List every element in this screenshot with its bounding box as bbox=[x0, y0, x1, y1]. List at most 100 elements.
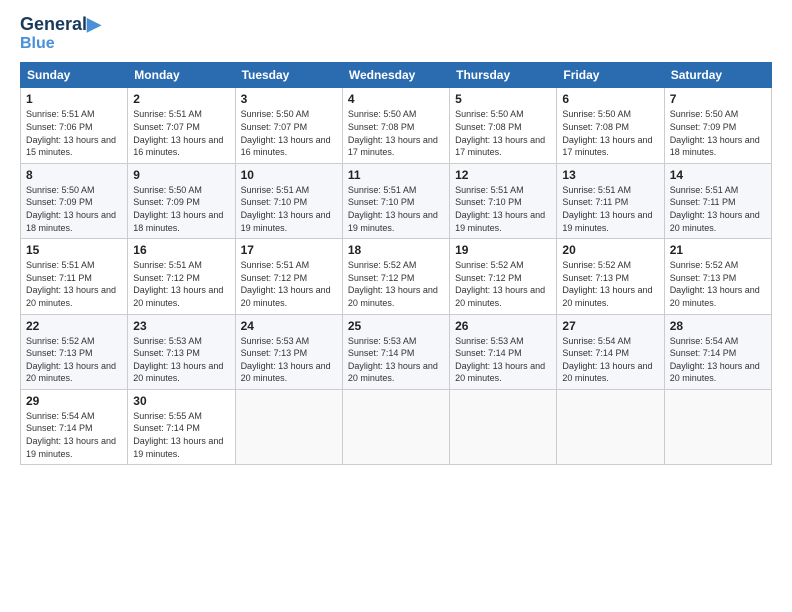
day-number: 23 bbox=[133, 319, 229, 333]
day-info: Sunrise: 5:51 AM Sunset: 7:10 PM Dayligh… bbox=[348, 184, 444, 234]
day-info: Sunrise: 5:50 AM Sunset: 7:08 PM Dayligh… bbox=[455, 108, 551, 158]
table-row bbox=[342, 389, 449, 464]
day-info: Sunrise: 5:53 AM Sunset: 7:13 PM Dayligh… bbox=[241, 335, 337, 385]
day-number: 4 bbox=[348, 92, 444, 106]
logo-text2: Blue bbox=[20, 35, 101, 53]
calendar-table: Sunday Monday Tuesday Wednesday Thursday… bbox=[20, 62, 772, 465]
day-number: 1 bbox=[26, 92, 122, 106]
day-number: 5 bbox=[455, 92, 551, 106]
day-number: 10 bbox=[241, 168, 337, 182]
table-row: 14 Sunrise: 5:51 AM Sunset: 7:11 PM Dayl… bbox=[664, 163, 771, 238]
table-row: 10 Sunrise: 5:51 AM Sunset: 7:10 PM Dayl… bbox=[235, 163, 342, 238]
day-info: Sunrise: 5:50 AM Sunset: 7:09 PM Dayligh… bbox=[26, 184, 122, 234]
day-number: 7 bbox=[670, 92, 766, 106]
table-row: 19 Sunrise: 5:52 AM Sunset: 7:12 PM Dayl… bbox=[450, 239, 557, 314]
table-row: 24 Sunrise: 5:53 AM Sunset: 7:13 PM Dayl… bbox=[235, 314, 342, 389]
table-row: 2 Sunrise: 5:51 AM Sunset: 7:07 PM Dayli… bbox=[128, 88, 235, 163]
table-row bbox=[450, 389, 557, 464]
col-sunday: Sunday bbox=[21, 63, 128, 88]
day-info: Sunrise: 5:53 AM Sunset: 7:13 PM Dayligh… bbox=[133, 335, 229, 385]
day-number: 24 bbox=[241, 319, 337, 333]
table-row: 22 Sunrise: 5:52 AM Sunset: 7:13 PM Dayl… bbox=[21, 314, 128, 389]
day-number: 29 bbox=[26, 394, 122, 408]
week-row-5: 29 Sunrise: 5:54 AM Sunset: 7:14 PM Dayl… bbox=[21, 389, 772, 464]
table-row: 7 Sunrise: 5:50 AM Sunset: 7:09 PM Dayli… bbox=[664, 88, 771, 163]
col-monday: Monday bbox=[128, 63, 235, 88]
day-info: Sunrise: 5:52 AM Sunset: 7:13 PM Dayligh… bbox=[26, 335, 122, 385]
day-info: Sunrise: 5:51 AM Sunset: 7:11 PM Dayligh… bbox=[26, 259, 122, 309]
week-row-4: 22 Sunrise: 5:52 AM Sunset: 7:13 PM Dayl… bbox=[21, 314, 772, 389]
col-saturday: Saturday bbox=[664, 63, 771, 88]
table-row: 17 Sunrise: 5:51 AM Sunset: 7:12 PM Dayl… bbox=[235, 239, 342, 314]
day-info: Sunrise: 5:51 AM Sunset: 7:11 PM Dayligh… bbox=[670, 184, 766, 234]
day-number: 27 bbox=[562, 319, 658, 333]
header-row: Sunday Monday Tuesday Wednesday Thursday… bbox=[21, 63, 772, 88]
table-row: 21 Sunrise: 5:52 AM Sunset: 7:13 PM Dayl… bbox=[664, 239, 771, 314]
day-info: Sunrise: 5:54 AM Sunset: 7:14 PM Dayligh… bbox=[670, 335, 766, 385]
table-row: 6 Sunrise: 5:50 AM Sunset: 7:08 PM Dayli… bbox=[557, 88, 664, 163]
day-number: 19 bbox=[455, 243, 551, 257]
day-info: Sunrise: 5:51 AM Sunset: 7:07 PM Dayligh… bbox=[133, 108, 229, 158]
day-number: 20 bbox=[562, 243, 658, 257]
day-info: Sunrise: 5:53 AM Sunset: 7:14 PM Dayligh… bbox=[455, 335, 551, 385]
day-info: Sunrise: 5:53 AM Sunset: 7:14 PM Dayligh… bbox=[348, 335, 444, 385]
day-number: 12 bbox=[455, 168, 551, 182]
day-number: 8 bbox=[26, 168, 122, 182]
day-info: Sunrise: 5:51 AM Sunset: 7:12 PM Dayligh… bbox=[133, 259, 229, 309]
table-row: 28 Sunrise: 5:54 AM Sunset: 7:14 PM Dayl… bbox=[664, 314, 771, 389]
day-number: 17 bbox=[241, 243, 337, 257]
day-info: Sunrise: 5:50 AM Sunset: 7:07 PM Dayligh… bbox=[241, 108, 337, 158]
day-number: 14 bbox=[670, 168, 766, 182]
day-number: 26 bbox=[455, 319, 551, 333]
day-number: 6 bbox=[562, 92, 658, 106]
week-row-2: 8 Sunrise: 5:50 AM Sunset: 7:09 PM Dayli… bbox=[21, 163, 772, 238]
day-number: 28 bbox=[670, 319, 766, 333]
col-wednesday: Wednesday bbox=[342, 63, 449, 88]
table-row: 18 Sunrise: 5:52 AM Sunset: 7:12 PM Dayl… bbox=[342, 239, 449, 314]
day-info: Sunrise: 5:52 AM Sunset: 7:13 PM Dayligh… bbox=[562, 259, 658, 309]
day-info: Sunrise: 5:54 AM Sunset: 7:14 PM Dayligh… bbox=[562, 335, 658, 385]
table-row: 11 Sunrise: 5:51 AM Sunset: 7:10 PM Dayl… bbox=[342, 163, 449, 238]
day-number: 13 bbox=[562, 168, 658, 182]
table-row: 25 Sunrise: 5:53 AM Sunset: 7:14 PM Dayl… bbox=[342, 314, 449, 389]
table-row: 15 Sunrise: 5:51 AM Sunset: 7:11 PM Dayl… bbox=[21, 239, 128, 314]
col-thursday: Thursday bbox=[450, 63, 557, 88]
day-number: 30 bbox=[133, 394, 229, 408]
day-info: Sunrise: 5:52 AM Sunset: 7:12 PM Dayligh… bbox=[348, 259, 444, 309]
table-row: 8 Sunrise: 5:50 AM Sunset: 7:09 PM Dayli… bbox=[21, 163, 128, 238]
day-number: 11 bbox=[348, 168, 444, 182]
table-row: 20 Sunrise: 5:52 AM Sunset: 7:13 PM Dayl… bbox=[557, 239, 664, 314]
day-info: Sunrise: 5:50 AM Sunset: 7:08 PM Dayligh… bbox=[562, 108, 658, 158]
day-info: Sunrise: 5:50 AM Sunset: 7:09 PM Dayligh… bbox=[133, 184, 229, 234]
day-number: 3 bbox=[241, 92, 337, 106]
table-row: 4 Sunrise: 5:50 AM Sunset: 7:08 PM Dayli… bbox=[342, 88, 449, 163]
table-row: 13 Sunrise: 5:51 AM Sunset: 7:11 PM Dayl… bbox=[557, 163, 664, 238]
day-info: Sunrise: 5:51 AM Sunset: 7:10 PM Dayligh… bbox=[241, 184, 337, 234]
week-row-3: 15 Sunrise: 5:51 AM Sunset: 7:11 PM Dayl… bbox=[21, 239, 772, 314]
day-info: Sunrise: 5:52 AM Sunset: 7:12 PM Dayligh… bbox=[455, 259, 551, 309]
day-number: 22 bbox=[26, 319, 122, 333]
table-row bbox=[235, 389, 342, 464]
day-info: Sunrise: 5:51 AM Sunset: 7:11 PM Dayligh… bbox=[562, 184, 658, 234]
table-row: 30 Sunrise: 5:55 AM Sunset: 7:14 PM Dayl… bbox=[128, 389, 235, 464]
logo: General▶ Blue bbox=[20, 15, 101, 52]
day-number: 15 bbox=[26, 243, 122, 257]
day-number: 16 bbox=[133, 243, 229, 257]
table-row: 9 Sunrise: 5:50 AM Sunset: 7:09 PM Dayli… bbox=[128, 163, 235, 238]
day-number: 25 bbox=[348, 319, 444, 333]
table-row: 26 Sunrise: 5:53 AM Sunset: 7:14 PM Dayl… bbox=[450, 314, 557, 389]
col-tuesday: Tuesday bbox=[235, 63, 342, 88]
day-info: Sunrise: 5:50 AM Sunset: 7:09 PM Dayligh… bbox=[670, 108, 766, 158]
day-info: Sunrise: 5:55 AM Sunset: 7:14 PM Dayligh… bbox=[133, 410, 229, 460]
page-header: General▶ Blue bbox=[20, 15, 772, 52]
day-number: 21 bbox=[670, 243, 766, 257]
day-info: Sunrise: 5:52 AM Sunset: 7:13 PM Dayligh… bbox=[670, 259, 766, 309]
logo-text: General▶ bbox=[20, 15, 101, 35]
table-row: 1 Sunrise: 5:51 AM Sunset: 7:06 PM Dayli… bbox=[21, 88, 128, 163]
table-row: 29 Sunrise: 5:54 AM Sunset: 7:14 PM Dayl… bbox=[21, 389, 128, 464]
day-info: Sunrise: 5:50 AM Sunset: 7:08 PM Dayligh… bbox=[348, 108, 444, 158]
day-number: 18 bbox=[348, 243, 444, 257]
table-row: 23 Sunrise: 5:53 AM Sunset: 7:13 PM Dayl… bbox=[128, 314, 235, 389]
day-info: Sunrise: 5:51 AM Sunset: 7:06 PM Dayligh… bbox=[26, 108, 122, 158]
day-info: Sunrise: 5:54 AM Sunset: 7:14 PM Dayligh… bbox=[26, 410, 122, 460]
